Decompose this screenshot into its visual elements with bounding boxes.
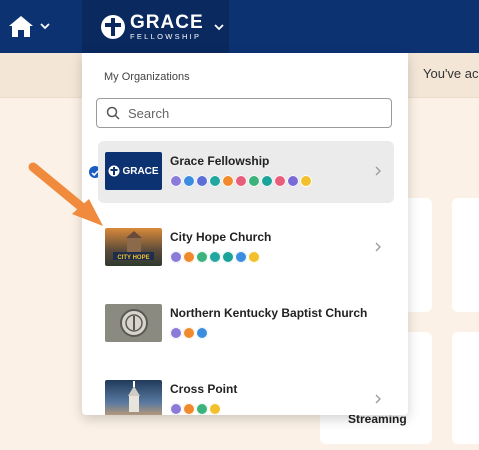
app-badge-icon	[274, 175, 286, 187]
chevron-down-icon	[40, 23, 50, 30]
chevron-down-icon	[213, 23, 224, 30]
app-badge-icon	[196, 327, 208, 339]
org-item-grace-fellowship[interactable]: GRACE Grace Fellowship	[98, 141, 394, 203]
top-navigation-bar	[0, 0, 479, 53]
app-badge-icon	[196, 175, 208, 187]
org-app-icons	[170, 251, 261, 263]
organizations-dropdown: My Organizations GRACE Grace Fellowship …	[82, 53, 408, 415]
org-app-icons	[170, 175, 313, 187]
org-name: Grace Fellowship	[170, 154, 270, 168]
org-logo: GRACE	[105, 152, 162, 190]
dashboard-card[interactable]	[452, 332, 479, 444]
baptist-seal-icon	[119, 309, 148, 337]
org-logo	[105, 304, 162, 342]
church-image-icon: CITY HOPE	[113, 231, 154, 261]
org-name: City Hope Church	[170, 230, 272, 244]
org-logo-text: CITY HOPE	[117, 255, 149, 261]
app-badge-icon	[300, 175, 312, 187]
app-badge-icon	[222, 251, 234, 263]
brand-subtitle: FELLOWSHIP	[130, 31, 202, 41]
app-badge-icon	[235, 175, 247, 187]
app-badge-icon	[183, 251, 195, 263]
org-item-city-hope-church[interactable]: CITY HOPE City Hope Church	[98, 217, 394, 279]
org-item-northern-kentucky-baptist-church[interactable]: Northern Kentucky Baptist Church	[98, 293, 394, 355]
org-logo	[105, 380, 162, 415]
app-badge-icon	[170, 403, 182, 415]
app-badge-icon	[209, 403, 221, 415]
home-menu-button[interactable]	[8, 10, 66, 42]
app-badge-icon	[196, 403, 208, 415]
app-badge-icon	[222, 175, 234, 187]
app-badge-icon	[183, 327, 195, 339]
organization-switcher-button[interactable]: GRACE FELLOWSHIP	[82, 0, 229, 53]
chevron-right-icon	[375, 394, 381, 404]
app-badge-icon	[248, 175, 260, 187]
org-logo-text: GRACE	[122, 165, 159, 177]
app-badge-icon	[209, 175, 221, 187]
search-box[interactable]	[96, 98, 392, 128]
chevron-right-icon	[375, 242, 381, 252]
brand-wordmark: GRACE FELLOWSHIP	[130, 13, 204, 41]
app-badge-icon	[170, 251, 182, 263]
search-input[interactable]	[126, 104, 380, 122]
dropdown-title: My Organizations	[104, 71, 190, 83]
app-badge-icon	[183, 175, 195, 187]
app-badge-icon	[209, 251, 221, 263]
app-badge-icon	[196, 251, 208, 263]
org-app-icons	[170, 403, 222, 415]
grace-logo-icon	[108, 165, 120, 177]
app-badge-icon	[248, 251, 260, 263]
org-app-icons	[170, 327, 209, 339]
org-name: Northern Kentucky Baptist Church	[170, 306, 368, 320]
brand-name: GRACE	[130, 11, 204, 33]
dashboard-card[interactable]	[452, 198, 479, 312]
app-badge-icon	[261, 175, 273, 187]
app-badge-icon	[183, 403, 195, 415]
app-badge-icon	[170, 327, 182, 339]
notification-text: You've ac	[423, 66, 479, 81]
search-icon	[106, 106, 120, 120]
grace-logo-icon	[101, 14, 125, 39]
home-icon	[9, 16, 33, 37]
org-name: Cross Point	[170, 382, 238, 396]
org-logo: CITY HOPE	[105, 228, 162, 266]
app-badge-icon	[287, 175, 299, 187]
org-item-cross-point[interactable]: Cross Point	[98, 369, 394, 415]
app-badge-icon	[170, 175, 182, 187]
chapel-image-icon	[128, 381, 140, 412]
chevron-right-icon	[375, 166, 381, 176]
app-badge-icon	[235, 251, 247, 263]
